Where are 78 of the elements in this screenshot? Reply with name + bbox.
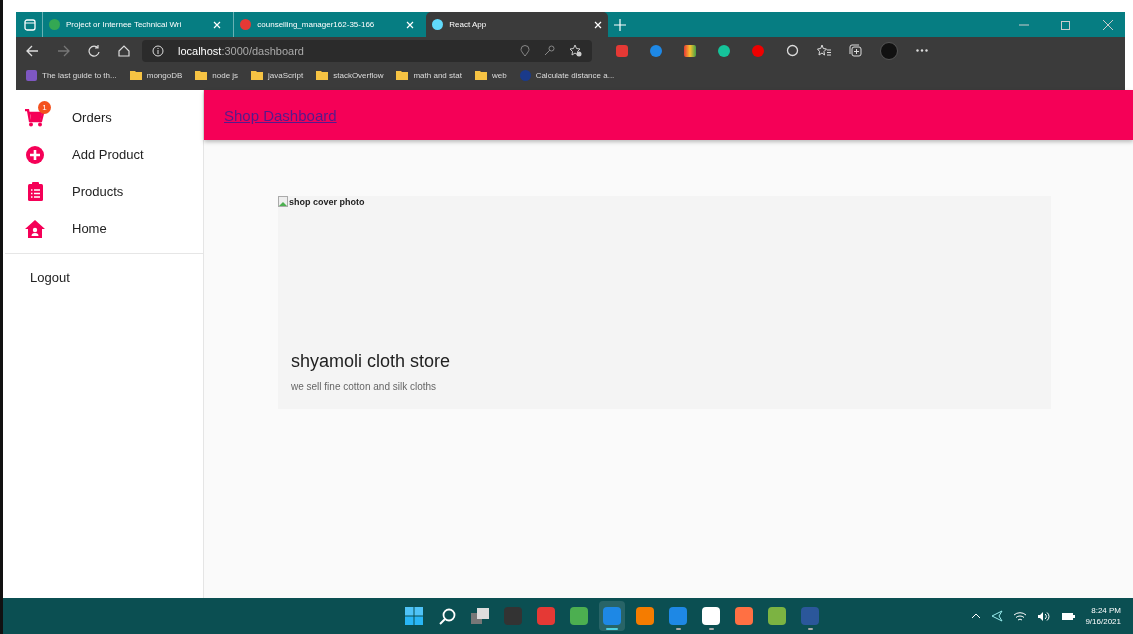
app-icon	[537, 607, 556, 625]
folder-icon	[396, 70, 409, 80]
folder-icon	[129, 70, 142, 80]
extension-icon[interactable]	[650, 44, 662, 57]
nav-item[interactable]: Products	[5, 173, 203, 210]
browser-tab[interactable]: React App	[426, 12, 609, 37]
running-indicator	[606, 628, 619, 630]
extension-icon[interactable]	[616, 44, 628, 57]
app-icon	[603, 607, 622, 625]
favorites-icon[interactable]	[817, 44, 831, 57]
folder-icon	[316, 70, 329, 80]
bookmark[interactable]: stackOverflow	[316, 70, 384, 80]
windows-logo-icon	[405, 607, 424, 625]
bookmark[interactable]: Calculate distance a...	[519, 69, 615, 81]
shop-description: we sell fine cotton and silk cloths	[291, 381, 438, 392]
home-icon	[25, 219, 45, 238]
app-icon	[669, 607, 688, 625]
site-icon	[26, 69, 37, 81]
collections-icon[interactable]	[849, 44, 862, 57]
site-icon	[240, 19, 252, 30]
bookmark[interactable]: The last guide to th...	[26, 69, 117, 81]
home-icon[interactable]	[118, 44, 130, 57]
notification-badge: 1	[38, 100, 51, 114]
browser-tab[interactable]: Project or Internee Technical Wri	[42, 12, 228, 37]
app-icon	[636, 607, 655, 625]
star-add-icon[interactable]	[569, 44, 582, 57]
site-icon	[519, 69, 531, 81]
key-icon[interactable]	[544, 45, 555, 56]
search-icon	[438, 607, 456, 625]
back-arrow-icon[interactable]	[26, 44, 39, 57]
app-icon	[735, 607, 754, 625]
reload-icon[interactable]	[88, 44, 100, 57]
folder-icon	[195, 70, 208, 80]
app-icon	[570, 607, 589, 625]
cart-icon	[25, 108, 45, 127]
wifi-icon[interactable]	[1013, 610, 1028, 622]
app-icon	[801, 607, 820, 625]
taskbar-app[interactable]	[599, 601, 626, 631]
nav-item[interactable]: 1 Orders	[5, 99, 203, 136]
address-bar[interactable]: localhost:3000/dashboard	[142, 39, 592, 62]
location-arrow-icon[interactable]	[991, 610, 1004, 622]
image-alt-text: shop cover photo	[289, 196, 365, 207]
bookmark[interactable]: web	[474, 70, 507, 80]
info-icon	[152, 44, 164, 57]
battery-icon[interactable]	[1061, 611, 1076, 621]
maximize-icon[interactable]	[1061, 19, 1071, 30]
app-icon	[768, 607, 787, 625]
bookmark[interactable]: node js	[195, 70, 239, 80]
add-circle-icon	[26, 145, 44, 164]
clipboard-icon	[27, 182, 43, 201]
running-indicator	[675, 628, 681, 630]
bookmark[interactable]: mongoDB	[129, 70, 183, 80]
logout-item[interactable]: Logout	[5, 262, 203, 292]
app-icon	[504, 607, 523, 625]
running-indicator	[807, 628, 813, 630]
clock[interactable]: 8:24 PM 9/16/2021	[1085, 606, 1121, 626]
running-indicator	[708, 628, 714, 630]
task-view-icon	[471, 608, 490, 624]
app-icon	[702, 607, 721, 625]
speaker-icon[interactable]	[1037, 610, 1052, 622]
site-icon	[432, 19, 444, 30]
location-pin-icon[interactable]	[520, 44, 530, 57]
extension-icon[interactable]	[684, 44, 696, 57]
bookmark[interactable]: javaScript	[251, 70, 304, 80]
chevron-up-icon[interactable]	[971, 613, 982, 619]
forward-arrow-icon[interactable]	[57, 44, 70, 57]
nav-item[interactable]: Add Product	[5, 136, 203, 173]
browser-tab[interactable]: counselling_manager162-35-166	[233, 12, 421, 37]
more-icon[interactable]	[916, 49, 928, 52]
shop-name: shyamoli cloth store	[291, 351, 452, 372]
site-icon	[49, 19, 60, 30]
nav-item[interactable]: Home	[5, 210, 203, 247]
extension-icon[interactable]	[718, 44, 730, 57]
tab-actions-icon[interactable]	[24, 18, 36, 31]
bookmark[interactable]: math and stat	[396, 70, 462, 80]
folder-icon	[474, 70, 487, 80]
new-tab-icon[interactable]	[614, 18, 627, 31]
folder-icon	[251, 70, 264, 80]
